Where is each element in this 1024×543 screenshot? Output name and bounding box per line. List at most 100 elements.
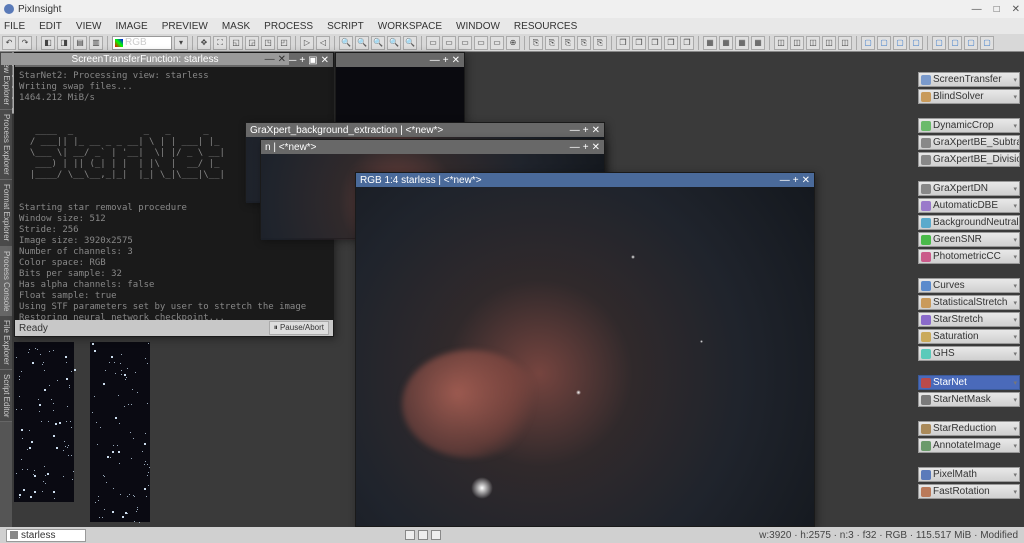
- process-icon[interactable]: StatisticalStretch▾: [918, 295, 1020, 310]
- screen-button[interactable]: ▢: [909, 36, 923, 50]
- close-icon[interactable]: ✕: [278, 54, 286, 65]
- thumbnail-image[interactable]: [90, 342, 150, 522]
- process-icon[interactable]: GraXpertBE_Subtraction▾: [918, 135, 1020, 150]
- dropdown-icon[interactable]: ▾: [1013, 282, 1017, 290]
- dropdown-icon[interactable]: ▾: [1013, 202, 1017, 210]
- layout-button[interactable]: ▦: [719, 36, 733, 50]
- select-button[interactable]: ▭: [426, 36, 440, 50]
- process-icon[interactable]: AutomaticDBE▾: [918, 198, 1020, 213]
- dropdown-icon[interactable]: ▾: [1013, 185, 1017, 193]
- layout-button[interactable]: ◫: [838, 36, 852, 50]
- dock-tab[interactable]: Script Editor: [0, 370, 12, 423]
- image-title-bar[interactable]: GraXpert_background_extraction | <*new*>…: [246, 123, 604, 137]
- dropdown-icon[interactable]: ▾: [1013, 299, 1017, 307]
- process-icon[interactable]: ScreenTransfer▾: [918, 72, 1020, 87]
- target-button[interactable]: ⊕: [506, 36, 520, 50]
- close-icon[interactable]: ✕: [321, 55, 329, 66]
- layout-button[interactable]: ▦: [751, 36, 765, 50]
- dropdown-icon[interactable]: ▾: [1013, 236, 1017, 244]
- image-canvas[interactable]: [356, 187, 814, 526]
- dropdown-icon[interactable]: ▾: [1013, 76, 1017, 84]
- dropdown-icon[interactable]: ▾: [1013, 122, 1017, 130]
- process-icon[interactable]: StarStretch▾: [918, 312, 1020, 327]
- layout-button[interactable]: ◫: [806, 36, 820, 50]
- tool-button[interactable]: ▥: [89, 36, 103, 50]
- thumbnail-image[interactable]: [14, 342, 74, 502]
- dropdown-icon[interactable]: ▾: [1013, 488, 1017, 496]
- dropdown-icon[interactable]: ▾: [1013, 379, 1017, 387]
- process-icon[interactable]: GraXpertBE_Division▾: [918, 152, 1020, 167]
- script-button[interactable]: ⎘: [529, 36, 543, 50]
- maximize-icon[interactable]: +: [443, 55, 449, 66]
- menu-item[interactable]: RESOURCES: [514, 21, 577, 32]
- move-tool[interactable]: ✥: [197, 36, 211, 50]
- process-icon[interactable]: StarNetMask▾: [918, 392, 1020, 407]
- maximize-button[interactable]: □: [994, 4, 1000, 15]
- dropdown-icon[interactable]: ▾: [1013, 442, 1017, 450]
- select-button[interactable]: ▭: [474, 36, 488, 50]
- dock-tab[interactable]: File Explorer: [0, 316, 12, 370]
- layout-button[interactable]: ◫: [822, 36, 836, 50]
- screen-button[interactable]: ▢: [893, 36, 907, 50]
- menu-item[interactable]: PREVIEW: [162, 21, 208, 32]
- pin-icon[interactable]: ▣: [308, 55, 317, 66]
- process-icon[interactable]: GraXpertDN▾: [918, 181, 1020, 196]
- menu-item[interactable]: FILE: [4, 21, 25, 32]
- maximize-icon[interactable]: +: [793, 175, 799, 186]
- layout-button[interactable]: ▦: [735, 36, 749, 50]
- screen-button[interactable]: ▢: [948, 36, 962, 50]
- minimize-icon[interactable]: —: [570, 125, 580, 136]
- screen-button[interactable]: ▢: [861, 36, 875, 50]
- tool-button[interactable]: ◧: [41, 36, 55, 50]
- menu-item[interactable]: WINDOW: [456, 21, 500, 32]
- dropdown-icon[interactable]: ▾: [1013, 93, 1017, 101]
- tool-button[interactable]: ▤: [73, 36, 87, 50]
- minimize-icon[interactable]: —: [265, 54, 275, 65]
- tool-button[interactable]: ▾: [174, 36, 188, 50]
- dropdown-icon[interactable]: ▾: [1013, 333, 1017, 341]
- tool-button[interactable]: ◱: [229, 36, 243, 50]
- script-button[interactable]: ⎘: [593, 36, 607, 50]
- screen-button[interactable]: ▢: [877, 36, 891, 50]
- close-button[interactable]: ✕: [1012, 4, 1020, 15]
- menu-item[interactable]: VIEW: [76, 21, 102, 32]
- layout-button[interactable]: ◫: [774, 36, 788, 50]
- dropdown-icon[interactable]: ▾: [1013, 253, 1017, 261]
- process-icon[interactable]: StarReduction▾: [918, 421, 1020, 436]
- image-title-bar[interactable]: —+✕: [336, 53, 464, 67]
- dropdown-icon[interactable]: ▾: [1013, 425, 1017, 433]
- screen-button[interactable]: ▢: [964, 36, 978, 50]
- screen-button[interactable]: ▢: [932, 36, 946, 50]
- dock-tab[interactable]: Process Console: [0, 247, 12, 316]
- dropdown-icon[interactable]: ▾: [1013, 316, 1017, 324]
- flip-v-button[interactable]: ◁: [316, 36, 330, 50]
- tool-button[interactable]: ◲: [245, 36, 259, 50]
- screen-button[interactable]: ▢: [980, 36, 994, 50]
- dropdown-icon[interactable]: ▾: [1013, 350, 1017, 358]
- close-icon[interactable]: ✕: [802, 175, 810, 186]
- process-icon[interactable]: GHS▾: [918, 346, 1020, 361]
- script-button[interactable]: ⎘: [577, 36, 591, 50]
- win-button[interactable]: ❐: [632, 36, 646, 50]
- win-button[interactable]: ❐: [648, 36, 662, 50]
- maximize-icon[interactable]: +: [583, 142, 589, 153]
- view-selector[interactable]: starless: [6, 529, 86, 542]
- close-icon[interactable]: ✕: [592, 142, 600, 153]
- menu-item[interactable]: PROCESS: [264, 21, 313, 32]
- win-button[interactable]: ❐: [664, 36, 678, 50]
- menu-item[interactable]: EDIT: [39, 21, 62, 32]
- zoom-out-button[interactable]: 🔍: [355, 36, 369, 50]
- flip-h-button[interactable]: ▷: [300, 36, 314, 50]
- stf-title-bar[interactable]: ScreenTransferFunction: starless —✕: [1, 53, 289, 65]
- pause-abort-button[interactable]: ⏸ Pause/Abort: [269, 321, 329, 335]
- dock-tab[interactable]: Format Explorer: [0, 180, 12, 246]
- maximize-icon[interactable]: +: [583, 125, 589, 136]
- process-icon[interactable]: FastRotation▾: [918, 484, 1020, 499]
- status-icon[interactable]: [431, 530, 441, 540]
- minimize-icon[interactable]: —: [780, 175, 790, 186]
- dropdown-icon[interactable]: ▾: [1013, 471, 1017, 479]
- zoom-button[interactable]: 🔍: [387, 36, 401, 50]
- tool-button[interactable]: ◳: [261, 36, 275, 50]
- process-icon[interactable]: StarNet▾: [918, 375, 1020, 390]
- image-title-bar[interactable]: n | <*new*> —+✕: [261, 140, 604, 154]
